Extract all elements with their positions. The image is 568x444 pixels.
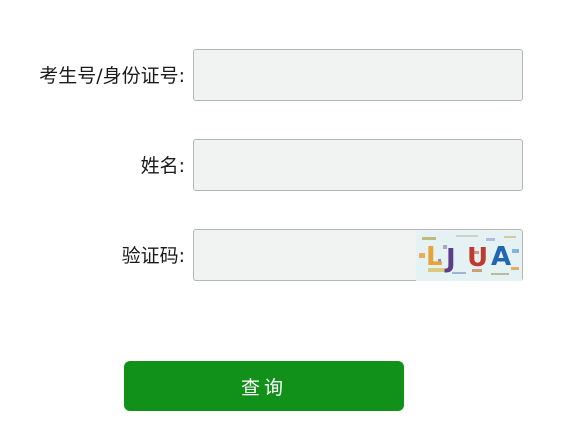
captcha-char-3: U <box>467 243 488 273</box>
captcha-letters: L J U A <box>426 242 511 274</box>
name-label: 姓名: <box>140 155 185 177</box>
id-number-label: 考生号/身份证号: <box>39 65 185 87</box>
captcha-label: 验证码: <box>121 245 185 267</box>
captcha-char-4: A <box>491 242 511 272</box>
captcha-char-1: L <box>426 242 443 272</box>
name-row: 姓名: <box>0 139 568 193</box>
query-button[interactable]: 查询 <box>124 361 404 411</box>
id-number-input[interactable] <box>193 49 523 101</box>
captcha-row: 验证码: L J U A <box>0 229 568 283</box>
captcha-image[interactable]: L J U A <box>416 231 522 281</box>
captcha-graphic: L J U A <box>416 231 522 281</box>
id-number-row: 考生号/身份证号: <box>0 49 568 103</box>
captcha-char-2: J <box>444 244 456 274</box>
name-input[interactable] <box>193 139 523 191</box>
